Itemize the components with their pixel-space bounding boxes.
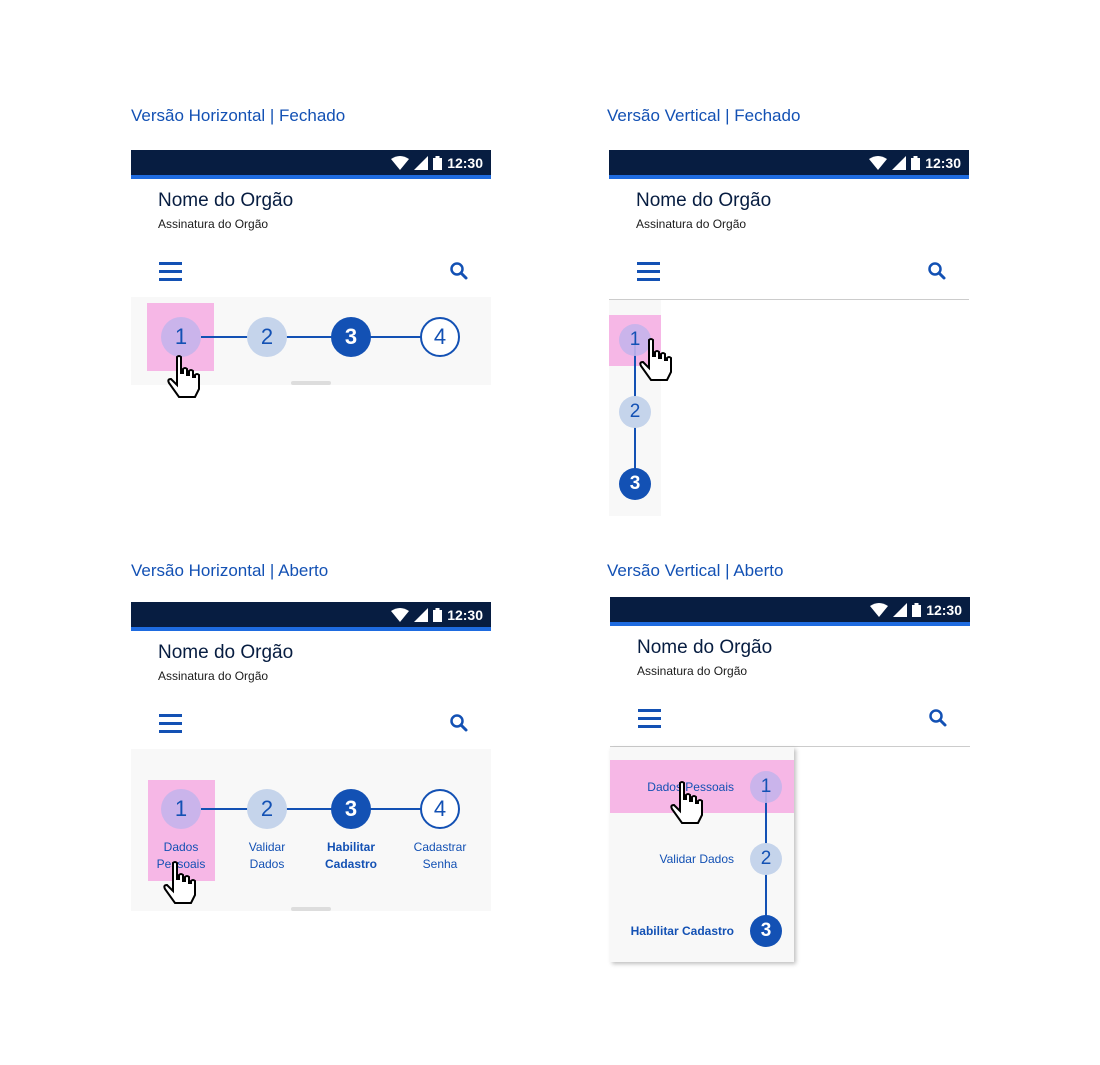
step-3-circle[interactable]: 3 (750, 915, 782, 947)
status-time: 12:30 (447, 606, 483, 623)
stepper-line (201, 808, 451, 810)
step-2-circle[interactable]: 2 (247, 317, 287, 357)
status-time: 12:30 (926, 601, 962, 618)
header-divider (609, 299, 969, 300)
step-3-circle[interactable]: 3 (331, 789, 371, 829)
stepper-line (201, 336, 451, 338)
signal-icon (414, 607, 429, 622)
step-2-circle[interactable]: 2 (247, 789, 287, 829)
hand-cursor-icon (639, 338, 672, 381)
menu-icon[interactable] (159, 714, 182, 733)
wifi-icon (870, 602, 889, 617)
drag-handle[interactable] (291, 381, 331, 385)
step-1-circle[interactable]: 1 (161, 789, 201, 829)
org-name: Nome do Orgão (637, 637, 773, 658)
status-bar: 12:30 (131, 150, 491, 179)
step-4-circle[interactable]: 4 (420, 317, 460, 357)
battery-icon (912, 602, 922, 617)
step-2-circle[interactable]: 2 (619, 396, 651, 428)
org-name: Nome do Orgão (158, 190, 294, 211)
hand-cursor-icon (163, 861, 196, 904)
signal-icon (892, 155, 907, 170)
step-1-circle[interactable]: 1 (750, 771, 782, 803)
status-bar: 12:30 (610, 597, 970, 626)
menu-icon[interactable] (637, 262, 660, 281)
wifi-icon (391, 607, 410, 622)
search-icon[interactable] (449, 261, 469, 281)
step-3-circle[interactable]: 3 (619, 468, 651, 500)
step-1-circle[interactable]: 1 (161, 317, 201, 357)
search-icon[interactable] (927, 261, 947, 281)
search-icon[interactable] (449, 713, 469, 733)
org-subtitle: Assinatura do Orgão (158, 217, 269, 231)
phone-horizontal-open: 12:30 Nome do Orgão Assinatura do Orgão … (131, 602, 491, 917)
section-title-vertical-closed: Versão Vertical | Fechado (607, 106, 801, 125)
status-time: 12:30 (925, 154, 961, 171)
step-3-circle[interactable]: 3 (331, 317, 371, 357)
phone-vertical-open: 12:30 Nome do Orgão Assinatura do Orgão … (610, 597, 970, 969)
signal-icon (893, 602, 908, 617)
step-3-label[interactable]: Habilitar Cadastro (631, 924, 734, 938)
step-4-label[interactable]: Cadastrar Senha (400, 839, 480, 873)
hand-cursor-icon (167, 355, 200, 398)
wifi-icon (391, 155, 410, 170)
battery-icon (433, 155, 443, 170)
status-time: 12:30 (447, 154, 483, 171)
phone-vertical-closed: 12:30 Nome do Orgão Assinatura do Orgão … (609, 150, 969, 520)
battery-icon (911, 155, 921, 170)
stepper-panel: 1 2 3 4 (131, 297, 491, 398)
org-name: Nome do Orgão (636, 190, 772, 211)
org-subtitle: Assinatura do Orgão (158, 669, 269, 683)
org-name: Nome do Orgão (158, 642, 294, 663)
stepper-panel-vertical-open: 1 2 3 Dados Pessoais Validar Dados Habil… (610, 747, 794, 962)
step-2-circle[interactable]: 2 (750, 843, 782, 875)
search-icon[interactable] (928, 708, 948, 728)
hand-cursor-icon (670, 781, 703, 824)
section-title-vertical-open: Versão Vertical | Aberto (607, 561, 784, 580)
drag-handle[interactable] (291, 907, 331, 911)
menu-icon[interactable] (638, 709, 661, 728)
wifi-icon (869, 155, 888, 170)
section-title-horizontal-open: Versão Horizontal | Aberto (131, 561, 329, 580)
status-bar: 12:30 (131, 602, 491, 631)
section-title-horizontal-closed: Versão Horizontal | Fechado (131, 106, 346, 125)
org-subtitle: Assinatura do Orgão (636, 217, 747, 231)
battery-icon (433, 607, 443, 622)
stepper-panel-vertical: 1 2 3 (609, 300, 661, 516)
menu-icon[interactable] (159, 262, 182, 281)
status-bar: 12:30 (609, 150, 969, 179)
step-2-label[interactable]: Validar Dados (227, 839, 307, 873)
phone-horizontal-closed: 12:30 Nome do Orgão Assinatura do Orgão … (131, 150, 491, 398)
step-2-label[interactable]: Validar Dados (660, 852, 734, 866)
stepper-panel: 1 2 3 4 Dados Pessoais Validar Dados Habil… (131, 749, 491, 911)
signal-icon (414, 155, 429, 170)
step-3-label[interactable]: Habilitar Cadastro (311, 839, 391, 873)
org-subtitle: Assinatura do Orgão (637, 664, 748, 678)
step-4-circle[interactable]: 4 (420, 789, 460, 829)
